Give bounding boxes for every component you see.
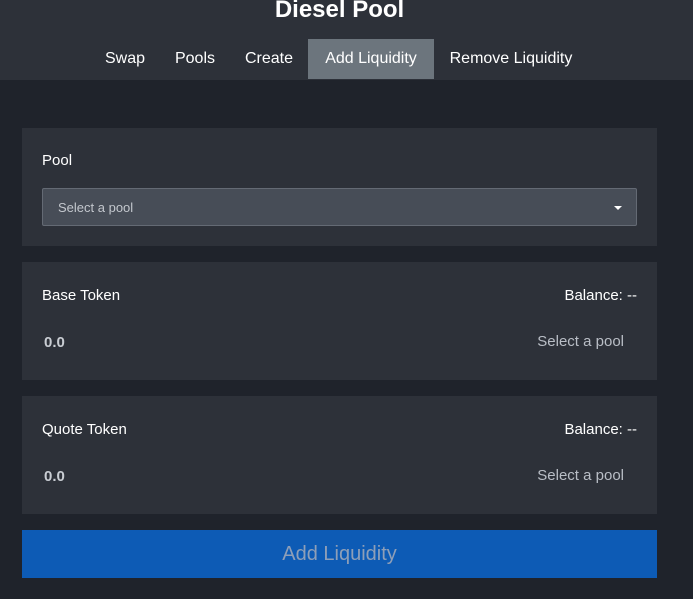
nav-tabs: Swap Pools Create Add Liquidity Remove L…: [0, 39, 693, 79]
base-token-select[interactable]: Select a pool: [537, 333, 624, 350]
base-token-card: Base Token Balance: -- Select a pool: [22, 262, 657, 380]
tab-create[interactable]: Create: [236, 39, 302, 79]
app-header: Diesel Pool Swap Pools Create Add Liquid…: [0, 0, 693, 80]
tab-swap[interactable]: Swap: [97, 39, 153, 79]
app-title: Diesel Pool: [274, 0, 405, 23]
pool-select[interactable]: Select a pool: [42, 188, 637, 226]
base-token-balance: Balance: --: [564, 287, 637, 304]
pool-card: Pool Select a pool: [22, 128, 657, 246]
quote-token-balance: Balance: --: [564, 421, 637, 438]
quote-token-card: Quote Token Balance: -- Select a pool: [22, 396, 657, 514]
add-liquidity-button[interactable]: Add Liquidity: [22, 530, 657, 578]
quote-token-select[interactable]: Select a pool: [537, 467, 624, 484]
tab-remove-liquidity[interactable]: Remove Liquidity: [441, 39, 581, 79]
tab-add-liquidity[interactable]: Add Liquidity: [308, 39, 434, 79]
pool-label: Pool: [42, 152, 73, 169]
pool-select-value: Select a pool: [58, 200, 134, 215]
chevron-down-icon: [614, 206, 622, 210]
quote-token-amount-input[interactable]: [42, 464, 342, 488]
quote-token-label: Quote Token: [42, 421, 127, 438]
base-token-label: Base Token: [42, 287, 121, 304]
base-token-amount-input[interactable]: [42, 330, 342, 354]
tab-pools[interactable]: Pools: [166, 39, 224, 79]
